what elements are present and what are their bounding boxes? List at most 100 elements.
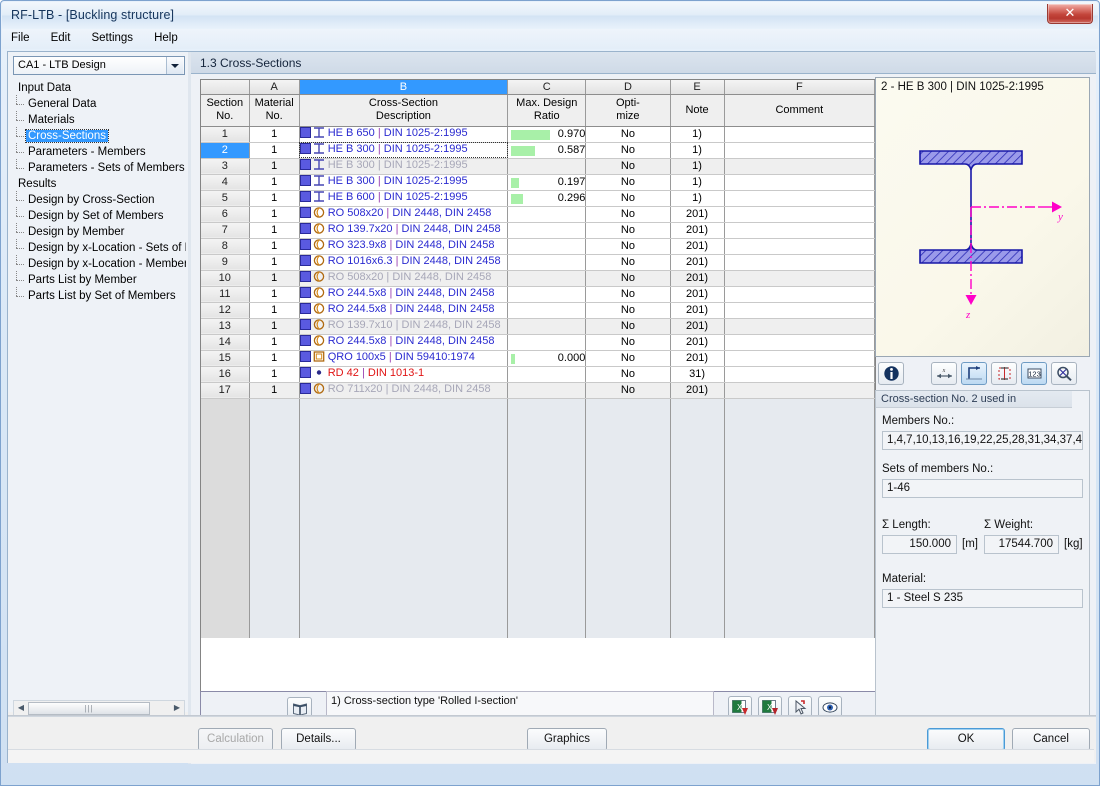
table-empty-cell[interactable] [201, 606, 250, 622]
table-empty-cell[interactable] [299, 398, 509, 414]
table-empty-row[interactable] [201, 526, 875, 542]
table-row[interactable]: 2 1 HE B 300 | DIN 1025-2:1995 0.587 No 1) [201, 142, 875, 159]
table-empty-cell[interactable] [249, 510, 300, 526]
table-empty-cell[interactable] [670, 478, 725, 494]
comment-cell[interactable] [724, 286, 875, 303]
optimize-cell[interactable]: No [585, 334, 671, 351]
ok-button[interactable]: OK [927, 728, 1005, 751]
table-empty-cell[interactable] [249, 446, 300, 462]
cross-section-description-cell[interactable]: HE B 600 | DIN 1025-2:1995 [299, 190, 509, 207]
max-design-ratio-cell[interactable] [507, 318, 587, 335]
table-empty-cell[interactable] [670, 526, 725, 542]
table-empty-cell[interactable] [299, 446, 509, 462]
table-empty-cell[interactable] [724, 510, 875, 526]
table-empty-cell[interactable] [585, 526, 671, 542]
row-number-cell[interactable]: 14 [201, 334, 250, 351]
table-empty-cell[interactable] [507, 558, 587, 574]
material-no-cell[interactable]: 1 [249, 302, 300, 319]
table-empty-cell[interactable] [585, 590, 671, 606]
max-design-ratio-cell[interactable]: 0.197 [507, 174, 587, 191]
scroll-track[interactable] [150, 701, 170, 715]
details-button[interactable]: Details... [281, 728, 356, 751]
chevron-down-icon[interactable] [166, 57, 183, 74]
table-empty-cell[interactable] [201, 622, 250, 638]
sidebar-item-design-by-cross-section[interactable]: Design by Cross-Section [12, 191, 186, 208]
table-empty-cell[interactable] [249, 622, 300, 638]
max-design-ratio-cell[interactable]: 0.296 [507, 190, 587, 207]
cross-section-description-cell[interactable]: RO 323.9x8 | DIN 2448, DIN 2458 [299, 238, 509, 255]
table-empty-cell[interactable] [249, 414, 300, 430]
cross-section-description-cell[interactable]: QRO 100x5 | DIN 59410:1974 [299, 350, 509, 367]
max-design-ratio-cell[interactable] [507, 366, 587, 383]
note-cell[interactable]: 1) [670, 174, 725, 191]
table-empty-cell[interactable] [585, 478, 671, 494]
note-cell[interactable]: 201) [670, 286, 725, 303]
row-number-cell[interactable]: 16 [201, 366, 250, 383]
table-empty-cell[interactable] [201, 414, 250, 430]
table-empty-cell[interactable] [507, 446, 587, 462]
comment-cell[interactable] [724, 174, 875, 191]
material-no-cell[interactable]: 1 [249, 238, 300, 255]
optimize-cell[interactable]: No [585, 318, 671, 335]
table-empty-cell[interactable] [299, 606, 509, 622]
material-no-cell[interactable]: 1 [249, 190, 300, 207]
optimize-cell[interactable]: No [585, 382, 671, 399]
cross-section-description-cell[interactable]: HE B 650 | DIN 1025-2:1995 [299, 126, 509, 143]
table-empty-cell[interactable] [299, 574, 509, 590]
scroll-thumb[interactable]: ||| [28, 701, 150, 715]
optimize-cell[interactable]: No [585, 222, 671, 239]
table-row[interactable]: 11 1 RO 244.5x8 | DIN 2448, DIN 2458 No 201) [201, 286, 875, 303]
table-empty-cell[interactable] [299, 558, 509, 574]
sets-field[interactable]: 1-46 [882, 479, 1083, 498]
sidebar-item-materials[interactable]: Materials [12, 111, 186, 128]
max-design-ratio-cell[interactable]: 0.970 [507, 126, 587, 143]
info-icon[interactable] [878, 361, 904, 385]
table-empty-cell[interactable] [249, 478, 300, 494]
cross-section-description-cell[interactable]: RO 1016x6.3 | DIN 2448, DIN 2458 [299, 254, 509, 271]
max-design-ratio-cell[interactable] [507, 286, 587, 303]
cross-section-description-cell[interactable]: RO 244.5x8 | DIN 2448, DIN 2458 [299, 334, 509, 351]
table-empty-cell[interactable] [201, 558, 250, 574]
table-empty-cell[interactable] [201, 446, 250, 462]
table-row[interactable]: 6 1 RO 508x20 | DIN 2448, DIN 2458 No 201) [201, 206, 875, 223]
table-row[interactable]: 14 1 RO 244.5x8 | DIN 2448, DIN 2458 No 201) [201, 334, 875, 351]
axes-icon[interactable] [961, 361, 987, 385]
table-empty-cell[interactable] [724, 622, 875, 638]
table-empty-cell[interactable] [670, 606, 725, 622]
optimize-cell[interactable]: No [585, 126, 671, 143]
table-empty-cell[interactable] [507, 606, 587, 622]
material-no-cell[interactable]: 1 [249, 334, 300, 351]
tab-cross-sections[interactable]: 1.3 Cross-Sections [193, 52, 311, 74]
table-empty-cell[interactable] [299, 478, 509, 494]
table-empty-cell[interactable] [299, 590, 509, 606]
comment-cell[interactable] [724, 206, 875, 223]
comment-cell[interactable] [724, 222, 875, 239]
table-empty-row[interactable] [201, 510, 875, 526]
zoom-reset-icon[interactable] [1051, 361, 1077, 385]
column-letter-C[interactable]: C [507, 80, 587, 95]
table-empty-cell[interactable] [670, 494, 725, 510]
calculation-button[interactable]: Calculation [198, 728, 273, 751]
table-empty-cell[interactable] [249, 574, 300, 590]
max-design-ratio-cell[interactable] [507, 270, 587, 287]
table-empty-cell[interactable] [670, 590, 725, 606]
table-empty-row[interactable] [201, 542, 875, 558]
table-empty-cell[interactable] [299, 414, 509, 430]
row-number-cell[interactable]: 7 [201, 222, 250, 239]
table-empty-cell[interactable] [724, 590, 875, 606]
table-row[interactable]: 10 1 RO 508x20 | DIN 2448, DIN 2458 No 201) [201, 270, 875, 287]
comment-cell[interactable] [724, 366, 875, 383]
table-empty-row[interactable] [201, 606, 875, 622]
material-no-cell[interactable]: 1 [249, 206, 300, 223]
close-icon[interactable]: ✕ [1047, 4, 1093, 24]
optimize-cell[interactable]: No [585, 158, 671, 175]
table-row[interactable]: 16 1 RD 42 | DIN 1013-1 No 31) [201, 366, 875, 383]
max-design-ratio-cell[interactable] [507, 254, 587, 271]
comment-cell[interactable] [724, 350, 875, 367]
comment-cell[interactable] [724, 158, 875, 175]
note-cell[interactable]: 1) [670, 126, 725, 143]
cross-section-description-cell[interactable]: RO 244.5x8 | DIN 2448, DIN 2458 [299, 286, 509, 303]
row-number-cell[interactable]: 11 [201, 286, 250, 303]
cross-section-description-cell[interactable]: RO 711x20 | DIN 2448, DIN 2458 [299, 382, 509, 399]
table-row[interactable]: 9 1 RO 1016x6.3 | DIN 2448, DIN 2458 No 201) [201, 254, 875, 271]
